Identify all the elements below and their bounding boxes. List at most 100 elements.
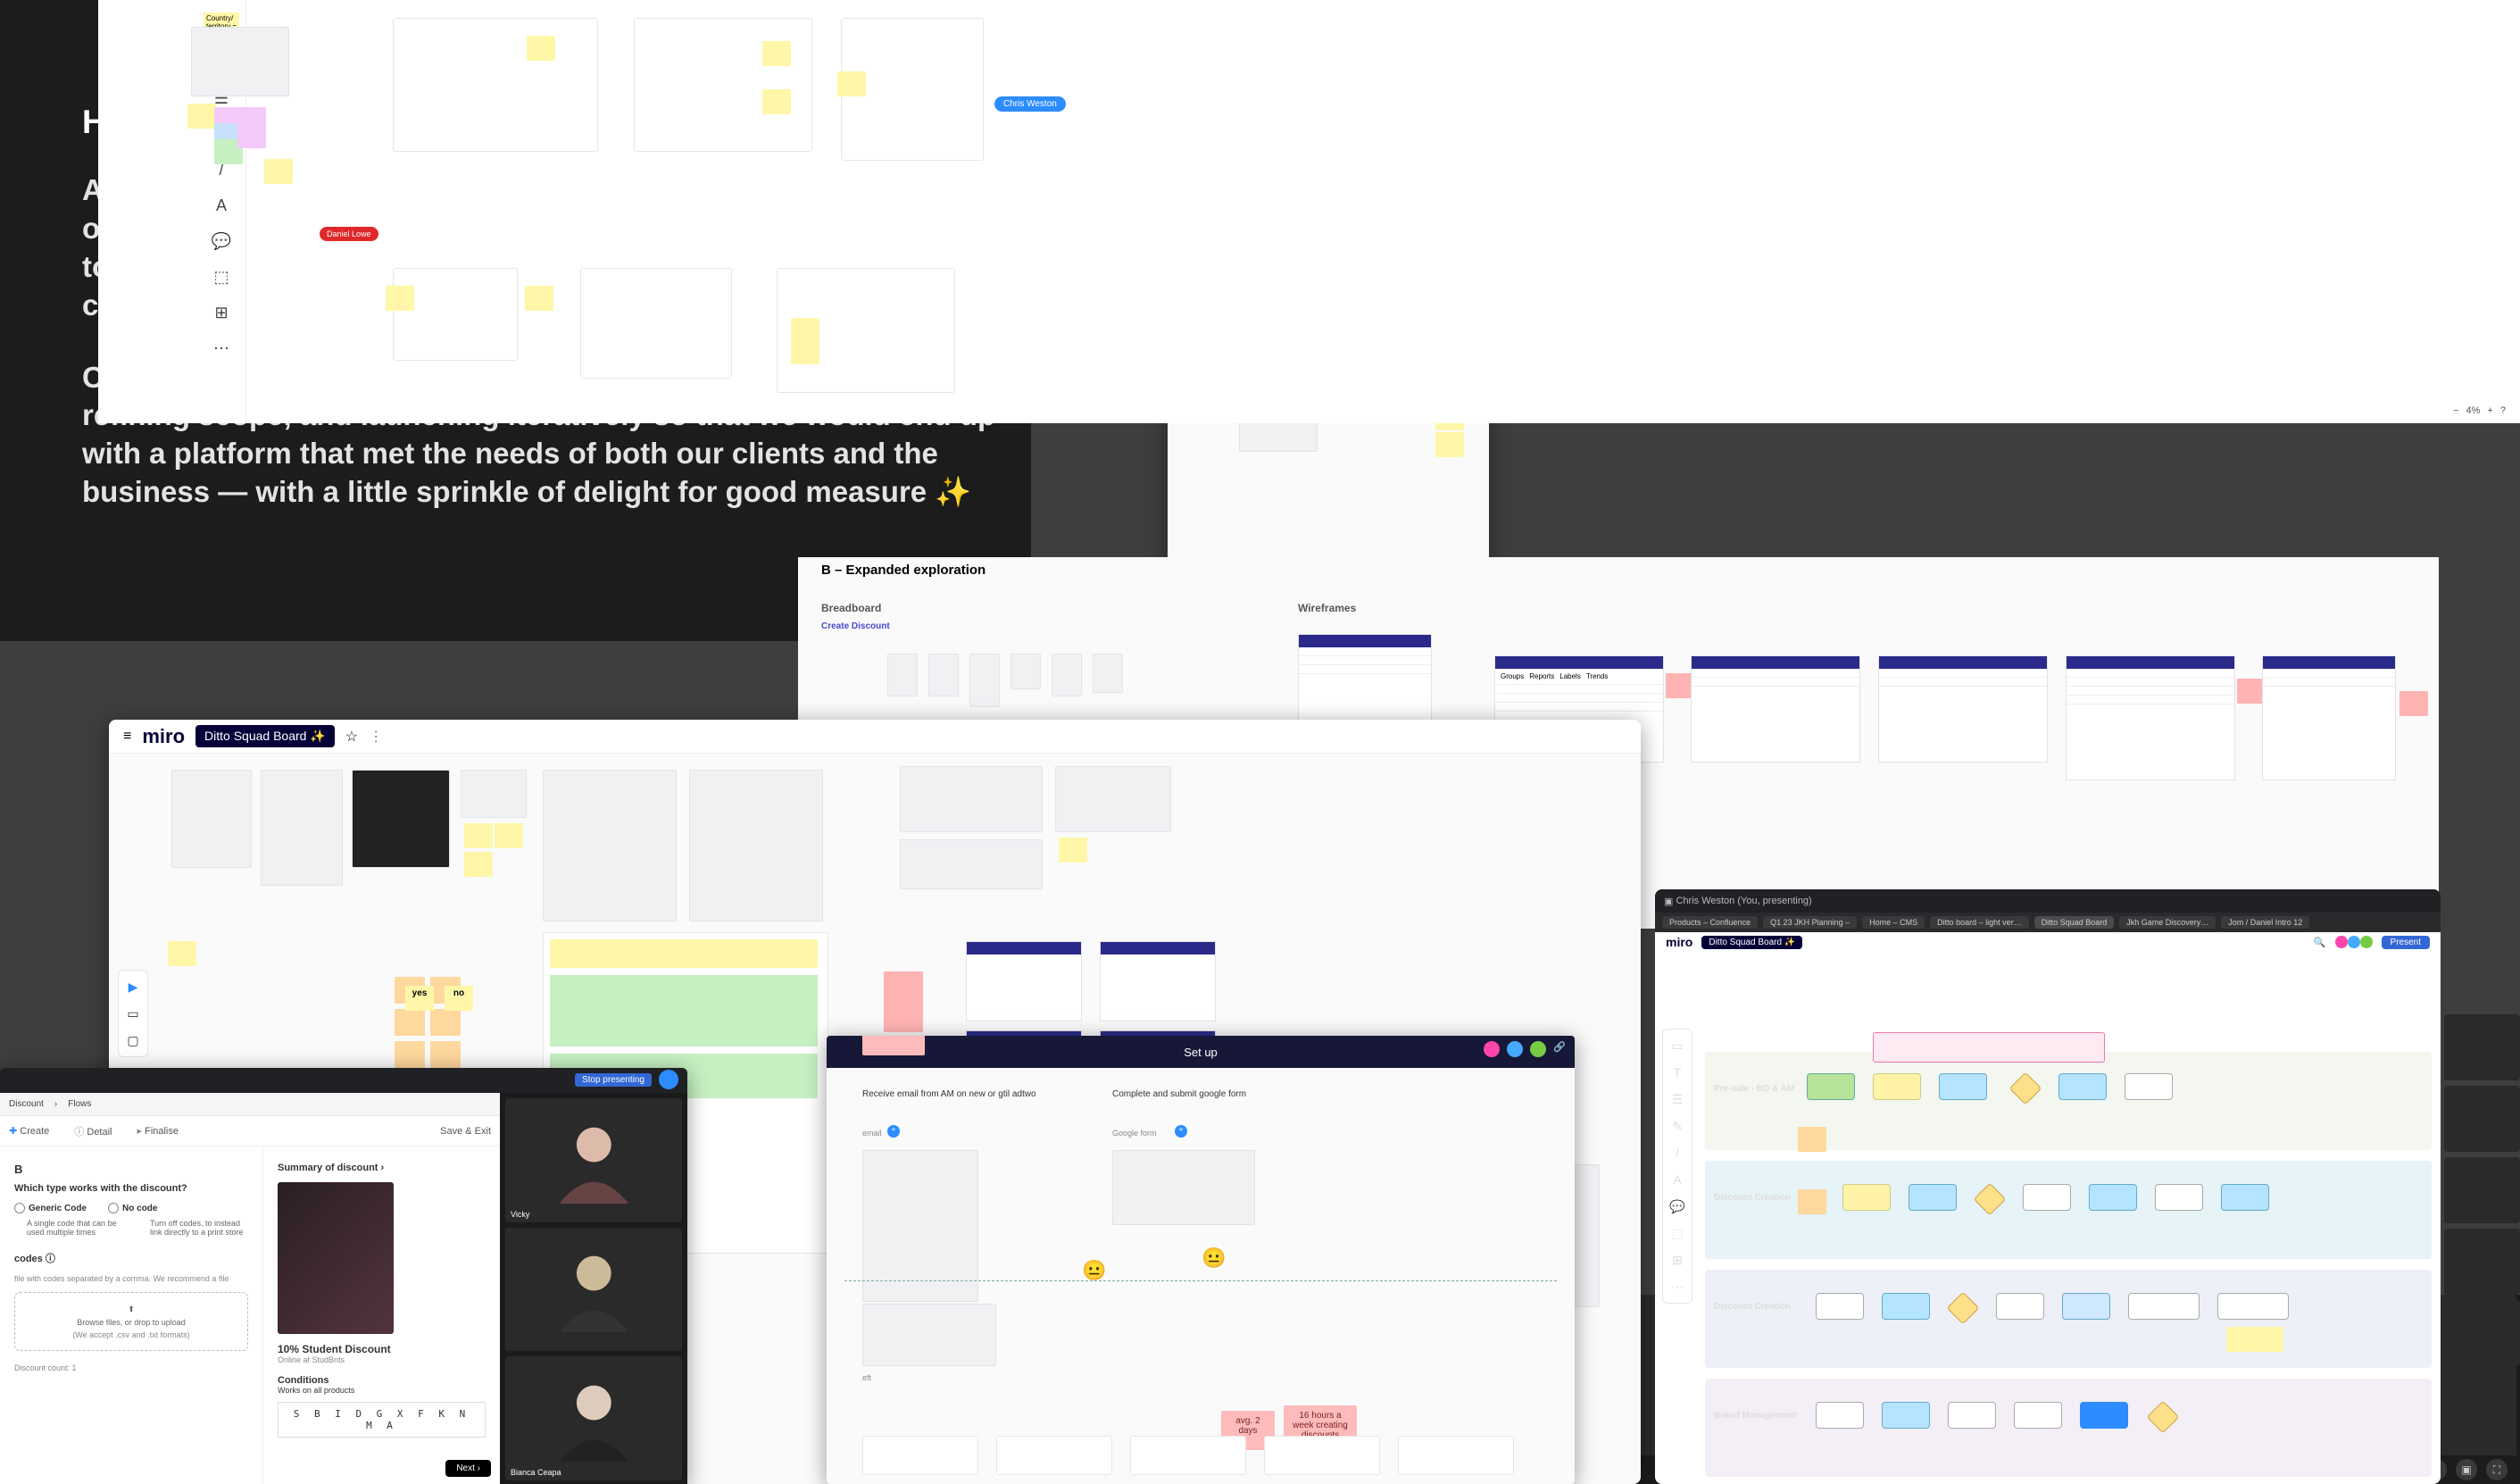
form-topbar: Discount› Flows <box>0 1093 500 1116</box>
tool-grid-icon[interactable]: ⊞ <box>1668 1251 1686 1269</box>
tool-grid-icon[interactable]: ⊞ <box>196 295 246 330</box>
sticky-note[interactable] <box>525 286 553 311</box>
step-tab[interactable]: ⓘ Detail <box>74 1124 112 1138</box>
cam-tile[interactable] <box>2444 1229 2520 1295</box>
miro-header: miro Ditto Squad Board ✨ 🔍 Present <box>1655 932 2441 952</box>
miro-canvas[interactable]: ▭ T ☰ ✎ / A 💬 ⬚ ⊞ ⋯ Pre-sale · BD & AM D… <box>1655 952 2441 1484</box>
zoom-minus-icon[interactable]: − <box>2453 405 2458 416</box>
save-exit-link[interactable]: Save & Exit <box>440 1126 491 1137</box>
cam-tile[interactable]: Bianca Ceapa <box>505 1356 682 1480</box>
step-tab[interactable]: ✚ Create <box>9 1125 49 1137</box>
sticky-note[interactable] <box>430 1041 461 1068</box>
tool-frame-icon[interactable]: ⬚ <box>196 259 246 295</box>
radio-no-code[interactable]: No code <box>108 1203 157 1213</box>
sticky-note[interactable] <box>1798 1189 1826 1214</box>
zoom-control[interactable]: − 4% + ? <box>2453 405 2506 416</box>
sticky-note[interactable] <box>1059 838 1087 863</box>
cam-tile[interactable] <box>2444 1014 2520 1080</box>
sticky-note[interactable] <box>264 159 293 184</box>
wf-tab[interactable]: Labels <box>1559 672 1581 680</box>
tool-rect-icon[interactable]: ▭ <box>1668 1037 1686 1055</box>
form-panel: Discount› Flows ✚ Create ⓘ Detail ▸ Fina… <box>0 1093 500 1484</box>
hamburger-icon[interactable]: ≡ <box>123 729 131 745</box>
tool-list-icon[interactable]: ☰ <box>1668 1090 1686 1108</box>
browser-tab[interactable]: Products – Confluence <box>1662 916 1758 929</box>
browser-tab[interactable]: Jom / Daniel Intro 12 <box>2221 916 2309 929</box>
sticky-yes[interactable]: yes <box>405 986 434 1011</box>
miro-board-name[interactable]: Ditto Squad Board ✨ <box>195 725 335 747</box>
sticky-note[interactable] <box>1435 432 1464 457</box>
share-icon[interactable]: 🔗 <box>1553 1041 1566 1057</box>
avatar[interactable] <box>659 1070 678 1089</box>
stop-presenting-button[interactable]: Stop presenting <box>575 1073 652 1087</box>
sticky-note[interactable] <box>550 975 818 1046</box>
cam-tile[interactable] <box>2444 1086 2520 1152</box>
cam-tile[interactable] <box>2444 1157 2520 1223</box>
sticky-note[interactable] <box>550 939 818 968</box>
wf-tab[interactable]: Groups <box>1501 672 1524 680</box>
create-discount-label: Create Discount <box>821 621 890 631</box>
cam-tile[interactable] <box>505 1228 682 1352</box>
wf-tab[interactable]: Trends <box>1586 672 1609 680</box>
info-icon: ⓘ <box>74 1127 84 1138</box>
sticky-note[interactable] <box>187 104 216 129</box>
breadcrumb[interactable]: Flows <box>68 1099 91 1109</box>
sticky-note[interactable] <box>1798 1127 1826 1152</box>
sticky-note[interactable] <box>430 1009 461 1036</box>
discount-subtitle: Online at StudBnts <box>278 1355 486 1364</box>
cam-tile[interactable]: Vicky <box>505 1098 682 1222</box>
sticky-note[interactable] <box>884 971 923 1032</box>
sticky-note[interactable] <box>2399 691 2428 716</box>
tool-line-icon[interactable]: / <box>1668 1144 1686 1162</box>
sticky-note[interactable] <box>762 41 791 66</box>
present-button[interactable]: Present <box>2382 936 2430 949</box>
tool-frame-icon[interactable]: ⬚ <box>1668 1224 1686 1242</box>
sticky-note[interactable] <box>395 1041 425 1068</box>
callout-avg: avg. 20 days <box>862 1036 925 1055</box>
sticky-no[interactable]: no <box>445 986 473 1011</box>
file-drop[interactable]: ⬆ Browse files, or drop to upload (We ac… <box>14 1292 248 1351</box>
tool-more-icon[interactable]: ⋯ <box>1668 1278 1686 1296</box>
help-icon[interactable]: ? <box>2500 405 2506 416</box>
sticky-note[interactable] <box>527 36 555 61</box>
browser-tab[interactable]: Ditto Squad Board <box>2034 916 2115 929</box>
next-button[interactable]: Next › <box>445 1460 491 1477</box>
miro-board-name[interactable]: Ditto Squad Board ✨ <box>1701 936 1802 949</box>
sticky-note[interactable] <box>762 89 791 114</box>
tool-pen-icon[interactable]: ✎ <box>1668 1117 1686 1135</box>
sticky-note[interactable] <box>495 823 523 848</box>
sticky-note[interactable] <box>464 852 493 877</box>
breadcrumb[interactable]: Discount <box>9 1099 44 1109</box>
cam-tile[interactable] <box>2444 1300 2520 1366</box>
miro-canvas-shared[interactable]: Country/ territory = brand T ☰ ✎ / A 💬 ⬚… <box>98 0 2520 423</box>
sticky-note[interactable] <box>168 941 196 966</box>
tool-text-icon[interactable]: T <box>1668 1063 1686 1081</box>
sticky-note[interactable] <box>237 123 266 148</box>
tool-comment-icon[interactable]: 💬 <box>1668 1197 1686 1215</box>
kebab-icon[interactable]: ⋮ <box>369 728 383 746</box>
step-tab[interactable]: ▸ Finalise <box>137 1125 179 1137</box>
tool-a-icon[interactable]: A <box>1668 1171 1686 1188</box>
avatar <box>1530 1041 1546 1057</box>
browser-tab[interactable]: Home – CMS <box>1862 916 1925 929</box>
sticky-note[interactable] <box>464 823 493 848</box>
browser-tab[interactable]: Q1 23 JKH Planning – <box>1763 916 1857 929</box>
tool-comment-icon[interactable]: 💬 <box>196 223 246 259</box>
search-icon[interactable]: 🔍 <box>2314 937 2326 948</box>
tool-more-icon[interactable]: ⋯ <box>196 330 246 366</box>
sticky-note[interactable] <box>2226 1327 2255 1352</box>
sticky-note[interactable] <box>2255 1327 2283 1352</box>
wf-tab[interactable]: Reports <box>1529 672 1554 680</box>
browser-tab[interactable]: Jkh Game Discovery… <box>2119 916 2216 929</box>
sticky-note[interactable] <box>395 1009 425 1036</box>
star-icon[interactable]: ☆ <box>345 728 358 746</box>
sticky-note[interactable] <box>386 286 414 311</box>
radio-generic-code[interactable]: Generic Code <box>14 1203 87 1213</box>
timeline <box>844 1280 1557 1281</box>
sticky-note[interactable] <box>791 339 819 364</box>
zoom-plus-icon[interactable]: + <box>2487 405 2492 416</box>
lane-label: Google form <box>1112 1129 1157 1138</box>
sticky-note[interactable] <box>837 71 866 96</box>
tool-a-icon[interactable]: A <box>196 188 246 223</box>
browser-tab[interactable]: Ditto board – light ver… <box>1930 916 2029 929</box>
